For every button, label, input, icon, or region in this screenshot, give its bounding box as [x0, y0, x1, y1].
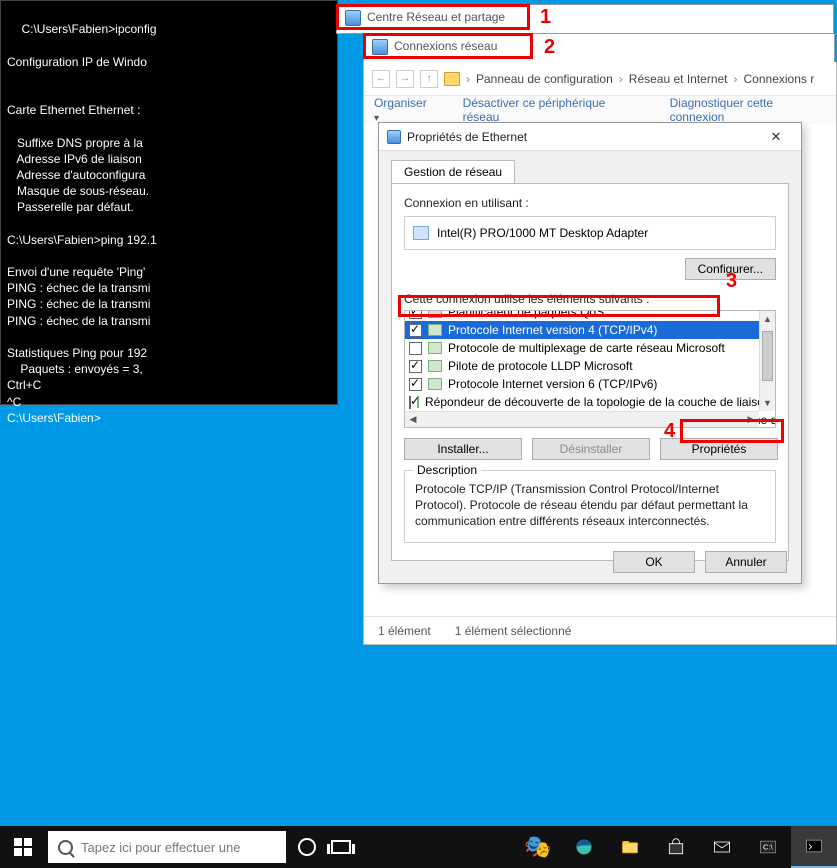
search-icon [58, 840, 73, 855]
search-placeholder: Tapez ici pour effectuer une [81, 840, 240, 855]
task-view-button[interactable] [324, 840, 358, 854]
annotation-number-4: 4 [664, 420, 675, 443]
store-icon [666, 837, 686, 857]
vertical-scrollbar[interactable]: ▲ ▼ [759, 311, 775, 411]
ok-button[interactable]: OK [613, 551, 695, 573]
protocol-item[interactable]: Protocole Internet version 4 (TCP/IPv4) [405, 321, 759, 339]
adapter-field: Intel(R) PRO/1000 MT Desktop Adapter [404, 216, 776, 250]
folder-icon [444, 72, 460, 86]
protocol-checkbox[interactable] [409, 396, 411, 409]
protocol-item[interactable]: Protocole de multiplexage de carte résea… [405, 339, 759, 357]
start-button[interactable] [0, 826, 46, 868]
annotation-number-1: 1 [540, 6, 551, 29]
svg-text:C:\: C:\ [763, 843, 774, 852]
status-selected-count: 1 élément sélectionné [455, 624, 572, 638]
command-bar: Organiser Désactiver ce périphérique rés… [364, 96, 836, 124]
tab-page: Connexion en utilisant : Intel(R) PRO/10… [391, 183, 789, 561]
diagnose-cmd[interactable]: Diagnostiquer cette connexion [670, 96, 826, 124]
annotation-number-3: 3 [726, 270, 737, 293]
protocol-item[interactable]: Répondeur de découverte de la topologie … [405, 393, 759, 411]
taskbar-app-mask[interactable]: 🎭 [515, 826, 561, 868]
cortana-icon [298, 838, 316, 856]
scroll-up-icon[interactable]: ▲ [760, 311, 775, 327]
taskbar-app-edge[interactable] [561, 826, 607, 868]
nav-forward-icon[interactable]: → [396, 70, 414, 88]
protocol-checkbox[interactable] [409, 378, 422, 391]
protocol-checkbox[interactable] [409, 342, 422, 355]
taskbar-app-store[interactable] [653, 826, 699, 868]
protocol-label: Répondeur de découverte de la topologie … [425, 395, 771, 409]
protocol-label: Protocole de multiplexage de carte résea… [448, 341, 725, 355]
protocol-label: Protocole Internet version 4 (TCP/IPv4) [448, 323, 657, 337]
folder-icon [620, 837, 640, 857]
protocol-checkbox[interactable] [409, 324, 422, 337]
description-groupbox: Description Protocole TCP/IP (Transmissi… [404, 470, 776, 543]
adapter-name: Intel(R) PRO/1000 MT Desktop Adapter [437, 226, 648, 240]
breadcrumb-sep-icon: › [734, 72, 738, 86]
scroll-down-icon[interactable]: ▼ [760, 395, 775, 411]
uninstall-button: Désinstaller [532, 438, 650, 460]
status-item-count: 1 élément [378, 624, 431, 638]
nav-back-icon[interactable]: ← [372, 70, 390, 88]
taskbar: Tapez ici pour effectuer une 🎭 C:\ [0, 826, 837, 868]
task-view-icon [331, 840, 351, 854]
cortana-button[interactable] [290, 838, 324, 856]
protocol-item[interactable]: Pilote de protocole LLDP Microsoft [405, 357, 759, 375]
breadcrumb-connections[interactable]: Connexions r [744, 72, 815, 86]
protocol-checkbox[interactable] [409, 360, 422, 373]
dialog-title: Propriétés de Ethernet [407, 130, 527, 144]
protocol-icon [428, 324, 442, 336]
scroll-left-icon[interactable]: ◀ [405, 412, 421, 427]
scroll-thumb[interactable] [762, 331, 773, 381]
dialog-titlebar[interactable]: Propriétés de Ethernet ✕ [379, 123, 801, 151]
close-button[interactable]: ✕ [759, 127, 793, 147]
windows-logo-icon [14, 838, 32, 856]
protocol-icon [428, 342, 442, 354]
annotation-box-1 [336, 4, 530, 30]
breadcrumb-panel[interactable]: Panneau de configuration [476, 72, 613, 86]
command-prompt-window[interactable]: C:\Users\Fabien>ipconfig Configuration I… [0, 0, 338, 405]
protocol-label: Protocole Internet version 6 (TCP/IPv6) [448, 377, 657, 391]
breadcrumb-sep-icon: › [619, 72, 623, 86]
adapter-icon [413, 226, 429, 240]
mask-icon: 🎭 [524, 834, 551, 860]
annotation-box-2 [363, 33, 533, 59]
taskbar-app-terminal[interactable]: C:\ [745, 826, 791, 868]
annotation-box-4 [680, 419, 784, 443]
cmd-icon [804, 836, 824, 856]
protocol-icon [428, 378, 442, 390]
ethernet-properties-dialog: Propriétés de Ethernet ✕ Gestion de rése… [378, 122, 802, 584]
annotation-box-3 [398, 295, 720, 317]
disable-device-cmd[interactable]: Désactiver ce périphérique réseau [463, 96, 640, 124]
status-bar: 1 élément 1 élément sélectionné [364, 616, 836, 644]
protocol-label: Pilote de protocole LLDP Microsoft [448, 359, 633, 373]
install-button[interactable]: Installer... [404, 438, 522, 460]
edge-icon [574, 837, 594, 857]
connect-using-label: Connexion en utilisant : [404, 196, 776, 210]
description-text: Protocole TCP/IP (Transmission Control P… [415, 481, 765, 530]
taskbar-app-explorer[interactable] [607, 826, 653, 868]
ethernet-icon [387, 130, 401, 144]
description-legend: Description [413, 463, 481, 477]
annotation-number-2: 2 [544, 36, 555, 59]
terminal-text: C:\Users\Fabien>ipconfig Configuration I… [7, 22, 157, 425]
taskbar-app-mail[interactable] [699, 826, 745, 868]
protocol-listbox[interactable]: Planificateur de paquets QoSProtocole In… [404, 310, 776, 428]
address-bar[interactable]: ← → ↑ › Panneau de configuration › Résea… [364, 62, 836, 96]
organize-menu[interactable]: Organiser [374, 96, 433, 124]
cancel-button[interactable]: Annuler [705, 551, 787, 573]
tab-network-management[interactable]: Gestion de réseau [391, 160, 515, 184]
breadcrumb-sep-icon: › [466, 72, 470, 86]
terminal-icon: C:\ [758, 837, 778, 857]
breadcrumb-network[interactable]: Réseau et Internet [629, 72, 728, 86]
nav-up-icon[interactable]: ↑ [420, 70, 438, 88]
protocol-item[interactable]: Protocole Internet version 6 (TCP/IPv6) [405, 375, 759, 393]
protocol-icon [428, 360, 442, 372]
mail-icon [712, 837, 732, 857]
taskbar-search-box[interactable]: Tapez ici pour effectuer une [48, 831, 286, 863]
taskbar-app-cmd-active[interactable] [791, 826, 837, 868]
